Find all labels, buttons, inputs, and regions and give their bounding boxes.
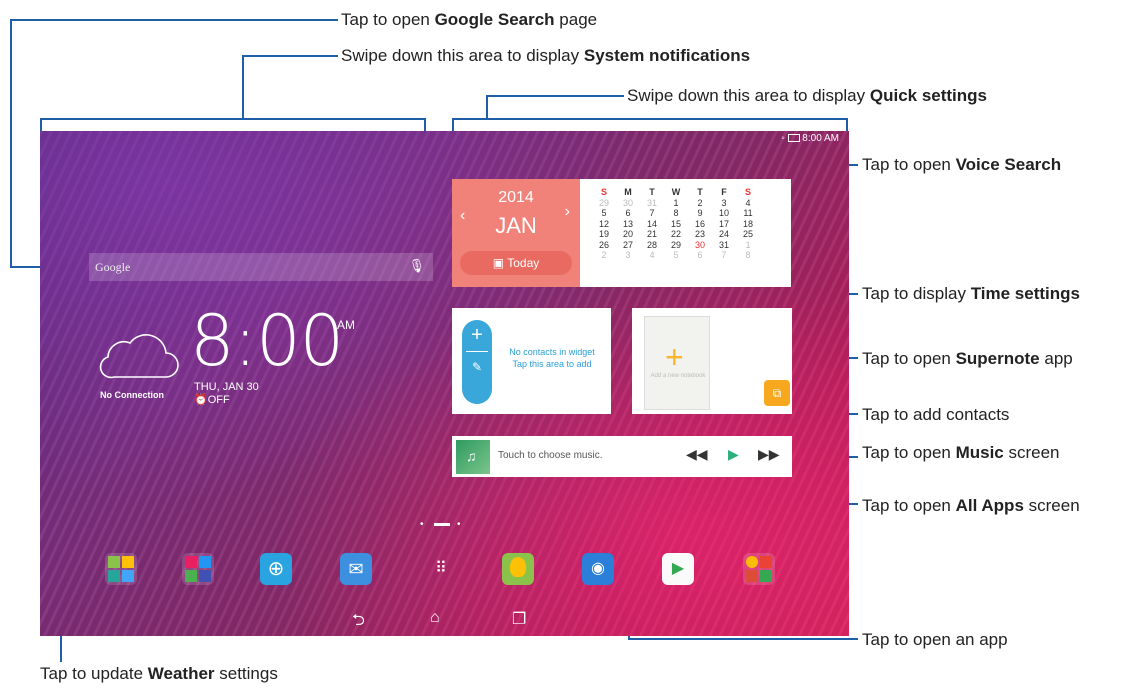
cloud-icon[interactable] [96, 327, 180, 381]
callout-voice-search: Tap to open Voice Search [862, 155, 1062, 174]
week-row: 19 20 21 22 23 24 25 [598, 229, 753, 239]
google-folder-icon[interactable] [743, 553, 775, 585]
week-row: 5 6 7 8 9 10 11 [601, 208, 753, 218]
plus-icon: + [665, 339, 684, 375]
music-widget[interactable]: ♫ Touch to choose music. ◀◀ ▶ ▶▶ [452, 436, 792, 477]
album-art[interactable]: ♫ [456, 440, 490, 474]
status-time: 8:00 AM [802, 133, 839, 144]
clock-date: THU, JAN 30 [194, 381, 259, 393]
all-apps-icon[interactable]: ⠿ [425, 553, 457, 585]
calendar-header: ‹ › 2014 JAN ▣ Today [452, 179, 580, 287]
tools-folder-icon[interactable] [182, 553, 214, 585]
supernote-icon[interactable]: ⧉ [764, 380, 790, 406]
google-search-bar[interactable]: Google 🎙 [89, 253, 433, 281]
signal-icon: ◦ [781, 133, 785, 144]
callout-supernote: Tap to open Supernote app [862, 349, 1073, 368]
back-icon[interactable]: ⮌ [352, 609, 365, 636]
home-icon[interactable]: ⌂ [430, 609, 440, 627]
alarm-icon: ⏰ [194, 394, 208, 406]
rewind-icon[interactable]: ◀◀ [686, 446, 708, 463]
weather-status[interactable]: No Connection [100, 390, 164, 400]
callout-time-settings: Tap to display Time settings [862, 284, 1080, 303]
week-row: 26 27 28 29 30 31 1 [598, 239, 751, 250]
callout-google-search: Tap to open Google Search page [341, 10, 598, 29]
page-indicator: • • [420, 519, 465, 530]
contacts-actions: + ✎ [462, 320, 492, 404]
week-row: 29 30 31 1 2 3 4 [598, 197, 751, 208]
edit-contacts-icon[interactable]: ✎ [462, 360, 492, 374]
music-note-icon: ♫ [466, 448, 477, 464]
callout-add-contacts: Tap to add contacts [862, 405, 1010, 424]
contacts-widget[interactable]: + ✎ No contacts in widget Tap this area … [452, 308, 611, 414]
callout-system-notifications: Swipe down this area to display System n… [341, 46, 751, 65]
fast-forward-icon[interactable]: ▶▶ [758, 446, 780, 463]
clock-time[interactable]: 8:00 [190, 305, 344, 377]
new-notebook-label: Add a new notebook [650, 373, 706, 379]
callout-weather: Tap to update Weather settings [40, 664, 278, 683]
recent-apps-icon[interactable]: ❐ [512, 609, 526, 629]
contacts-empty-message[interactable]: No contacts in widget Tap this area to a… [496, 346, 608, 370]
week-row: 12 13 14 15 16 17 18 [598, 218, 753, 229]
battery-icon [787, 134, 800, 143]
weekday-row: SMTWTFS [600, 187, 751, 197]
status-bar[interactable]: ◦ 8:00 AM [781, 133, 839, 144]
play-store-icon[interactable]: ▶ [662, 553, 694, 585]
home-screen: ◦ 8:00 AM Google 🎙 ‹ › 2014 JAN ▣ Today … [40, 131, 849, 636]
weather-app-icon[interactable] [502, 553, 534, 585]
calendar-widget[interactable]: ‹ › 2014 JAN ▣ Today SMTWTFS 29 30 31 1 2 3 4 … [452, 179, 791, 287]
callout-music: Tap to open Music screen [862, 443, 1060, 462]
today-button[interactable]: ▣ Today [460, 251, 572, 275]
calendar-year: 2014 [498, 189, 534, 206]
alarm-status: OFF [207, 394, 230, 406]
music-prompt[interactable]: Touch to choose music. [498, 450, 603, 461]
browser-icon[interactable]: ⊕ [260, 553, 292, 585]
email-icon[interactable]: ✉ [340, 553, 372, 585]
new-notebook[interactable]: + Add a new notebook [644, 316, 710, 410]
callout-open-app: Tap to open an app [862, 630, 1008, 649]
play-icon[interactable]: ▶ [728, 446, 739, 463]
callout-quick-settings: Swipe down this area to display Quick se… [627, 86, 987, 105]
calendar-month: JAN [495, 213, 537, 238]
clock-date-block[interactable]: THU, JAN 30 ⏰OFF [194, 381, 259, 407]
clock-ampm: AM [337, 318, 355, 332]
supernote-widget[interactable]: + Add a new notebook ⧉ [632, 308, 792, 414]
google-logo: Google [95, 260, 131, 274]
callout-all-apps: Tap to open All Apps screen [862, 496, 1080, 515]
calendar-grid[interactable]: SMTWTFS 29 30 31 1 2 3 4 5 6 7 8 9 10 11 12 13 14 15 16 1… [592, 187, 760, 261]
calendar-icon: ▣ [492, 256, 508, 270]
camera-icon[interactable]: ◉ [582, 553, 614, 585]
week-row: 2345678 [601, 250, 751, 260]
microphone-icon[interactable]: 🎙 [408, 258, 425, 274]
add-contact-button[interactable]: + [462, 324, 492, 347]
asus-folder-icon[interactable] [105, 553, 137, 585]
